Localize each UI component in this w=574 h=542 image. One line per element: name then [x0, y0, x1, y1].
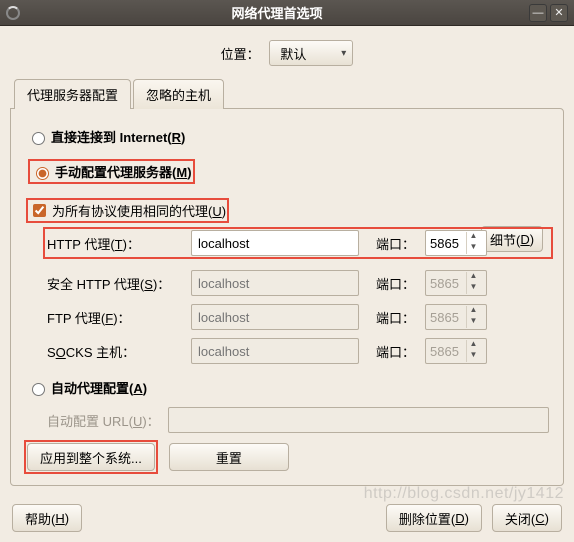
tab-proxy-config[interactable]: 代理服务器配置: [14, 79, 131, 109]
location-label: 位置：: [221, 47, 260, 62]
tabstrip: 代理服务器配置 忽略的主机: [10, 78, 564, 108]
ftp-port-input: [426, 310, 466, 325]
http-port-label: 端口：: [367, 234, 417, 253]
http-proxy-input[interactable]: [191, 230, 359, 256]
location-value: 默认: [280, 44, 306, 63]
socks-port-spin: ▲▼: [425, 338, 487, 364]
option-auto[interactable]: 自动代理配置(A): [27, 378, 549, 397]
titlebar: 网络代理首选项 — ✕: [0, 0, 574, 26]
ftp-proxy-input: [191, 304, 359, 330]
tab-panel: 直接连接到 Internet(R) 手动配置代理服务器(M) 为所有协议使用相同…: [10, 108, 564, 486]
option-manual[interactable]: 手动配置代理服务器(M): [29, 160, 194, 183]
socks-host-input: [191, 338, 359, 364]
minimize-button[interactable]: —: [529, 4, 547, 22]
radio-auto[interactable]: [32, 383, 45, 396]
radio-direct[interactable]: [32, 132, 45, 145]
https-proxy-label: 安全 HTTP 代理(S)：: [47, 274, 183, 293]
https-proxy-input: [191, 270, 359, 296]
reset-button[interactable]: 重置: [169, 443, 289, 471]
https-port-input: [426, 276, 466, 291]
delete-location-button[interactable]: 删除位置(D): [386, 504, 482, 532]
http-proxy-label: HTTP 代理(T)：: [47, 234, 183, 253]
auto-config-url-input: [168, 407, 549, 433]
auto-config-label: 自动配置 URL(U)：: [47, 411, 160, 430]
window-title: 网络代理首选项: [28, 3, 526, 22]
auto-config-row: 自动配置 URL(U)：: [47, 407, 549, 433]
http-port-spin[interactable]: ▲▼: [425, 230, 487, 256]
chevron-down-icon: ▼: [467, 317, 480, 328]
location-combo[interactable]: 默认 ▾: [269, 40, 353, 66]
chevron-down-icon: ▾: [341, 48, 346, 59]
ftp-port-spin: ▲▼: [425, 304, 487, 330]
chevron-down-icon[interactable]: ▼: [467, 243, 480, 254]
socks-port-input: [426, 344, 466, 359]
socks-host-label: SOCKS 主机：: [47, 342, 183, 361]
close-window-button[interactable]: ✕: [550, 4, 568, 22]
socks-port-label: 端口：: [367, 342, 417, 361]
dialog-footer: 帮助(H) 删除位置(D) 关闭(C): [0, 494, 574, 542]
https-port-label: 端口：: [367, 274, 417, 293]
help-button[interactable]: 帮助(H): [12, 504, 82, 532]
location-row: 位置： 默认 ▾: [10, 40, 564, 66]
checkbox-same-proxy[interactable]: 为所有协议使用相同的代理(U): [27, 199, 228, 222]
loading-spinner-icon: [6, 6, 20, 20]
https-port-spin: ▲▼: [425, 270, 487, 296]
apply-system-button[interactable]: 应用到整个系统...: [27, 443, 155, 471]
chevron-down-icon: ▼: [467, 283, 480, 294]
close-button[interactable]: 关闭(C): [492, 504, 562, 532]
tab-ignore-hosts[interactable]: 忽略的主机: [133, 79, 224, 109]
ftp-proxy-label: FTP 代理(F)：: [47, 308, 183, 327]
http-port-input[interactable]: [426, 236, 466, 251]
chevron-down-icon: ▼: [467, 351, 480, 362]
ftp-port-label: 端口：: [367, 308, 417, 327]
option-direct[interactable]: 直接连接到 Internet(R): [27, 127, 549, 146]
check-same-proxy[interactable]: [33, 204, 46, 217]
radio-manual[interactable]: [36, 167, 49, 180]
